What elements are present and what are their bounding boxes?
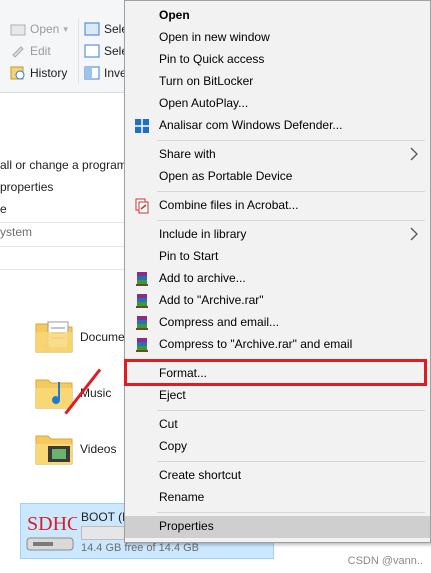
winrar-icon [136,338,148,352]
menu-separator [157,410,425,411]
chevron-down-icon: ▾ [63,23,68,34]
menu-item-autoplay[interactable]: Open AutoPlay... [125,93,430,115]
menu-item-add-archive-rar[interactable]: Add to "Archive.rar" [125,290,430,312]
menu-autoplay-label: Open AutoPlay... [159,96,249,110]
system-group-label: ystem [0,225,33,239]
menu-item-acrobat[interactable]: Combine files in Acrobat... [125,195,430,217]
winrar-icon [136,316,148,330]
menu-separator [157,140,425,141]
format-highlight-box [124,359,427,386]
menu-rename-label: Rename [159,490,205,504]
menu-acrobat-label: Combine files in Acrobat... [159,198,299,212]
edit-icon [12,46,24,58]
menu-item-compress-rar-email[interactable]: Compress to "Archive.rar" and email [125,334,430,356]
ribbon-history-label: History [30,66,68,80]
menu-copy-label: Copy [159,439,188,453]
ribbon-open-button[interactable]: Open ▾ [10,22,68,36]
menu-item-pin-start[interactable]: Pin to Start [125,246,430,268]
menu-item-open-new-window[interactable]: Open in new window [125,27,430,49]
menu-open-label: Open [159,8,190,22]
manage-link[interactable]: e [0,202,7,216]
menu-item-include-library[interactable]: Include in library [125,224,430,246]
ribbon-select-none-button[interactable]: Sele [84,44,128,58]
menu-create-shortcut-label: Create shortcut [159,468,242,482]
menu-open-new-window-label: Open in new window [159,30,270,44]
menu-properties-label: Properties [159,519,214,533]
documents-folder-label[interactable]: Docume [80,330,125,344]
section-bar [0,246,124,270]
menu-separator [157,191,425,192]
sd-card-drive-icon: SDHC [26,513,77,551]
menu-cut-label: Cut [159,417,178,431]
ribbon-edit-button[interactable]: Edit [10,44,51,58]
drive-free-space: 14.4 GB free of 14.4 GB [81,542,200,554]
open-icon [10,24,26,36]
menu-separator [157,461,425,462]
windows-defender-icon [135,119,149,133]
menu-separator [157,512,425,513]
menu-share-with-label: Share with [159,147,216,161]
history-icon [10,66,25,80]
submenu-arrow-icon [410,147,418,161]
menu-defender-label: Analisar com Windows Defender... [159,118,343,132]
menu-bitlocker-label: Turn on BitLocker [159,74,254,88]
menu-add-archive-label: Add to archive... [159,271,246,285]
select-all-icon [84,22,100,36]
menu-item-add-archive[interactable]: Add to archive... [125,268,430,290]
ribbon-select-all-button[interactable]: Sele [84,22,128,36]
menu-add-archive-rar-label: Add to "Archive.rar" [159,293,264,307]
menu-item-portable-device[interactable]: Open as Portable Device [125,166,430,188]
menu-include-library-label: Include in library [159,227,247,241]
sdhc-badge-text: SDHC [27,513,77,535]
winrar-icon [136,272,148,286]
menu-eject-label: Eject [159,388,186,402]
menu-separator [157,220,425,221]
menu-item-pin-quick-access[interactable]: Pin to Quick access [125,49,430,71]
menu-pin-start-label: Pin to Start [159,249,219,263]
menu-item-open[interactable]: Open [125,5,430,27]
watermark: CSDN @vann.. [347,555,423,567]
ribbon-history-button[interactable]: History [10,66,67,80]
menu-compress-rar-email-label: Compress to "Archive.rar" and email [159,337,353,351]
select-none-icon [84,44,100,58]
change-program-link[interactable]: all or change a program [0,158,127,172]
documents-folder-icon[interactable] [34,316,74,356]
system-properties-link[interactable]: properties [0,180,53,194]
videos-folder-icon[interactable] [34,428,74,468]
menu-item-properties[interactable]: Properties [125,516,430,538]
ribbon-invert-button[interactable]: Inve [84,66,127,80]
ribbon-edit-label: Edit [30,44,51,58]
ribbon-divider [78,18,79,84]
videos-folder-label[interactable]: Videos [80,442,116,456]
menu-item-defender[interactable]: Analisar com Windows Defender... [125,115,430,137]
menu-item-cut[interactable]: Cut [125,414,430,436]
group-divider [0,222,124,223]
menu-portable-label: Open as Portable Device [159,169,293,183]
menu-item-rename[interactable]: Rename [125,487,430,509]
menu-item-compress-email[interactable]: Compress and email... [125,312,430,334]
menu-pin-quick-label: Pin to Quick access [159,52,265,66]
submenu-arrow-icon [410,227,418,241]
menu-item-bitlocker[interactable]: Turn on BitLocker [125,71,430,93]
winrar-icon [136,294,148,308]
ribbon-open-label: Open [30,22,60,36]
menu-item-create-shortcut[interactable]: Create shortcut [125,465,430,487]
context-menu: Open Open in new window Pin to Quick acc… [124,0,431,543]
menu-compress-email-label: Compress and email... [159,315,280,329]
menu-item-share-with[interactable]: Share with [125,144,430,166]
menu-item-copy[interactable]: Copy [125,436,430,458]
acrobat-combine-icon [135,198,149,214]
menu-item-eject[interactable]: Eject [125,385,430,407]
invert-selection-icon [84,66,100,80]
